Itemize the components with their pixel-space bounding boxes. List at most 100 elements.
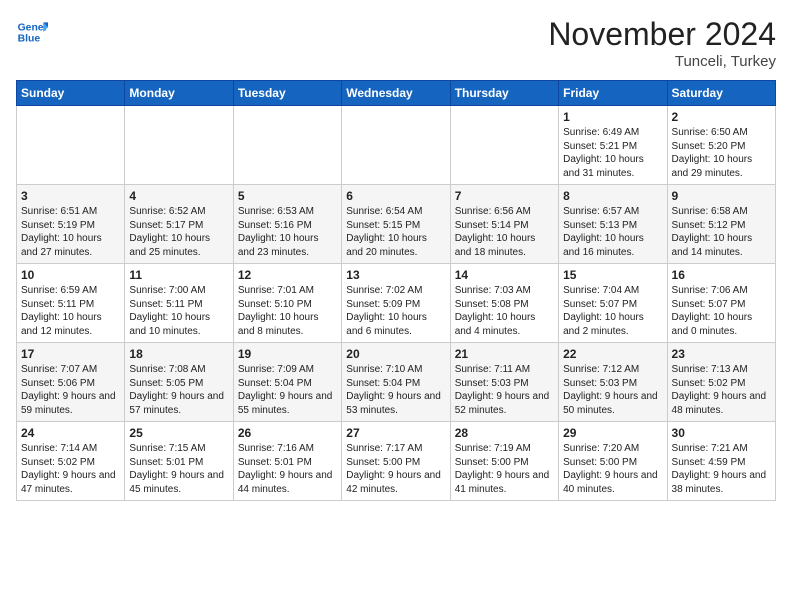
day-info: Sunrise: 7:03 AM bbox=[455, 284, 554, 298]
day-number: 12 bbox=[238, 268, 337, 282]
day-info: Sunrise: 7:19 AM bbox=[455, 442, 554, 456]
calendar-cell: 21Sunrise: 7:11 AMSunset: 5:03 PMDayligh… bbox=[450, 343, 558, 422]
location: Tunceli, Turkey bbox=[548, 53, 776, 70]
day-info: Sunrise: 7:12 AM bbox=[563, 363, 662, 377]
day-info: Daylight: 9 hours and 52 minutes. bbox=[455, 390, 554, 417]
day-info: Daylight: 9 hours and 53 minutes. bbox=[346, 390, 445, 417]
calendar-cell: 24Sunrise: 7:14 AMSunset: 5:02 PMDayligh… bbox=[17, 422, 125, 501]
day-info: Daylight: 10 hours and 20 minutes. bbox=[346, 232, 445, 259]
day-info: Sunset: 5:07 PM bbox=[563, 298, 662, 312]
day-info: Sunset: 5:01 PM bbox=[129, 456, 228, 470]
day-number: 22 bbox=[563, 347, 662, 361]
day-number: 10 bbox=[21, 268, 120, 282]
calendar-cell: 9Sunrise: 6:58 AMSunset: 5:12 PMDaylight… bbox=[667, 185, 775, 264]
day-info: Sunset: 5:02 PM bbox=[21, 456, 120, 470]
day-number: 26 bbox=[238, 426, 337, 440]
calendar-cell: 12Sunrise: 7:01 AMSunset: 5:10 PMDayligh… bbox=[233, 264, 341, 343]
day-info: Sunset: 5:04 PM bbox=[346, 377, 445, 391]
day-info: Daylight: 9 hours and 42 minutes. bbox=[346, 469, 445, 496]
day-number: 6 bbox=[346, 189, 445, 203]
page-header: General Blue November 2024 Tunceli, Turk… bbox=[16, 16, 776, 70]
day-info: Sunrise: 7:21 AM bbox=[672, 442, 771, 456]
calendar-cell: 1 Sunrise: 6:49 AMSunset: 5:21 PMDaylight… bbox=[559, 106, 667, 185]
day-number: 3 bbox=[21, 189, 120, 203]
day-info: Sunset: 5:10 PM bbox=[238, 298, 337, 312]
weekday-saturday: Saturday bbox=[667, 81, 775, 106]
day-info: Daylight: 9 hours and 59 minutes. bbox=[21, 390, 120, 417]
day-number: 17 bbox=[21, 347, 120, 361]
day-info: Sunset: 5:13 PM bbox=[563, 219, 662, 233]
calendar-cell: 20Sunrise: 7:10 AMSunset: 5:04 PMDayligh… bbox=[342, 343, 450, 422]
day-info: Daylight: 9 hours and 45 minutes. bbox=[129, 469, 228, 496]
weekday-header-row: SundayMondayTuesdayWednesdayThursdayFrid… bbox=[17, 81, 776, 106]
day-info: Sunset: 5:01 PM bbox=[238, 456, 337, 470]
day-number: 8 bbox=[563, 189, 662, 203]
day-info: Sunset: 5:21 PM bbox=[563, 140, 662, 154]
day-number: 28 bbox=[455, 426, 554, 440]
week-row-3: 10Sunrise: 6:59 AMSunset: 5:11 PMDayligh… bbox=[17, 264, 776, 343]
day-info: Sunset: 5:20 PM bbox=[672, 140, 771, 154]
calendar-cell bbox=[342, 106, 450, 185]
logo: General Blue bbox=[16, 16, 48, 48]
day-number: 27 bbox=[346, 426, 445, 440]
day-number: 20 bbox=[346, 347, 445, 361]
week-row-2: 3 Sunrise: 6:51 AMSunset: 5:19 PM Daylight… bbox=[17, 185, 776, 264]
weekday-wednesday: Wednesday bbox=[342, 81, 450, 106]
day-info: Sunset: 5:19 PM bbox=[21, 219, 120, 233]
week-row-5: 24Sunrise: 7:14 AMSunset: 5:02 PMDayligh… bbox=[17, 422, 776, 501]
calendar-cell: 15Sunrise: 7:04 AMSunset: 5:07 PMDayligh… bbox=[559, 264, 667, 343]
day-info: Daylight: 10 hours and 6 minutes. bbox=[346, 311, 445, 338]
calendar-cell: 26Sunrise: 7:16 AMSunset: 5:01 PMDayligh… bbox=[233, 422, 341, 501]
day-info: Sunrise: 6:50 AM bbox=[672, 126, 771, 140]
day-info: Daylight: 9 hours and 47 minutes. bbox=[21, 469, 120, 496]
weekday-friday: Friday bbox=[559, 81, 667, 106]
calendar-cell: 23Sunrise: 7:13 AMSunset: 5:02 PMDayligh… bbox=[667, 343, 775, 422]
week-row-1: 1 Sunrise: 6:49 AMSunset: 5:21 PMDaylight… bbox=[17, 106, 776, 185]
title-block: November 2024 Tunceli, Turkey bbox=[548, 16, 776, 70]
day-info: Sunset: 5:11 PM bbox=[21, 298, 120, 312]
day-info: Sunrise: 7:00 AM bbox=[129, 284, 228, 298]
day-info: Sunset: 5:05 PM bbox=[129, 377, 228, 391]
calendar-cell bbox=[233, 106, 341, 185]
calendar-cell bbox=[17, 106, 125, 185]
day-info: Daylight: 10 hours and 31 minutes. bbox=[563, 153, 662, 180]
day-info: Daylight: 10 hours and 10 minutes. bbox=[129, 311, 228, 338]
day-number: 19 bbox=[238, 347, 337, 361]
calendar-cell: 22Sunrise: 7:12 AMSunset: 5:03 PMDayligh… bbox=[559, 343, 667, 422]
day-number: 1 bbox=[563, 110, 662, 124]
day-info: Daylight: 10 hours and 4 minutes. bbox=[455, 311, 554, 338]
day-info: Sunset: 5:00 PM bbox=[455, 456, 554, 470]
day-info: Sunrise: 6:57 AM bbox=[563, 205, 662, 219]
day-number: 25 bbox=[129, 426, 228, 440]
day-number: 18 bbox=[129, 347, 228, 361]
day-info: Daylight: 9 hours and 41 minutes. bbox=[455, 469, 554, 496]
calendar-cell bbox=[125, 106, 233, 185]
calendar-cell: 19Sunrise: 7:09 AMSunset: 5:04 PMDayligh… bbox=[233, 343, 341, 422]
day-info: Sunset: 5:16 PM bbox=[238, 219, 337, 233]
weekday-thursday: Thursday bbox=[450, 81, 558, 106]
day-number: 29 bbox=[563, 426, 662, 440]
day-info: Daylight: 10 hours and 12 minutes. bbox=[21, 311, 120, 338]
day-number: 13 bbox=[346, 268, 445, 282]
day-info: Daylight: 9 hours and 57 minutes. bbox=[129, 390, 228, 417]
day-info: Sunset: 5:14 PM bbox=[455, 219, 554, 233]
day-number: 14 bbox=[455, 268, 554, 282]
calendar-table: SundayMondayTuesdayWednesdayThursdayFrid… bbox=[16, 80, 776, 501]
day-info: Sunrise: 7:13 AM bbox=[672, 363, 771, 377]
day-info: Sunrise: 7:02 AM bbox=[346, 284, 445, 298]
day-info: Sunrise: 7:15 AM bbox=[129, 442, 228, 456]
day-info: Sunrise: 7:09 AM bbox=[238, 363, 337, 377]
day-info: Sunset: 5:03 PM bbox=[455, 377, 554, 391]
calendar-cell: 18Sunrise: 7:08 AMSunset: 5:05 PMDayligh… bbox=[125, 343, 233, 422]
calendar-cell: 8Sunrise: 6:57 AMSunset: 5:13 PMDaylight… bbox=[559, 185, 667, 264]
day-info: Daylight: 9 hours and 44 minutes. bbox=[238, 469, 337, 496]
day-info: Sunset: 5:11 PM bbox=[129, 298, 228, 312]
day-info: Sunset: 5:09 PM bbox=[346, 298, 445, 312]
day-info: Daylight: 10 hours and 0 minutes. bbox=[672, 311, 771, 338]
day-info: Sunrise: 7:07 AM bbox=[21, 363, 120, 377]
day-info: Sunrise: 6:49 AM bbox=[563, 126, 662, 140]
day-info: Sunrise: 6:58 AM bbox=[672, 205, 771, 219]
day-number: 30 bbox=[672, 426, 771, 440]
svg-text:Blue: Blue bbox=[18, 34, 41, 45]
day-info: Sunrise: 6:51 AM bbox=[21, 205, 120, 219]
